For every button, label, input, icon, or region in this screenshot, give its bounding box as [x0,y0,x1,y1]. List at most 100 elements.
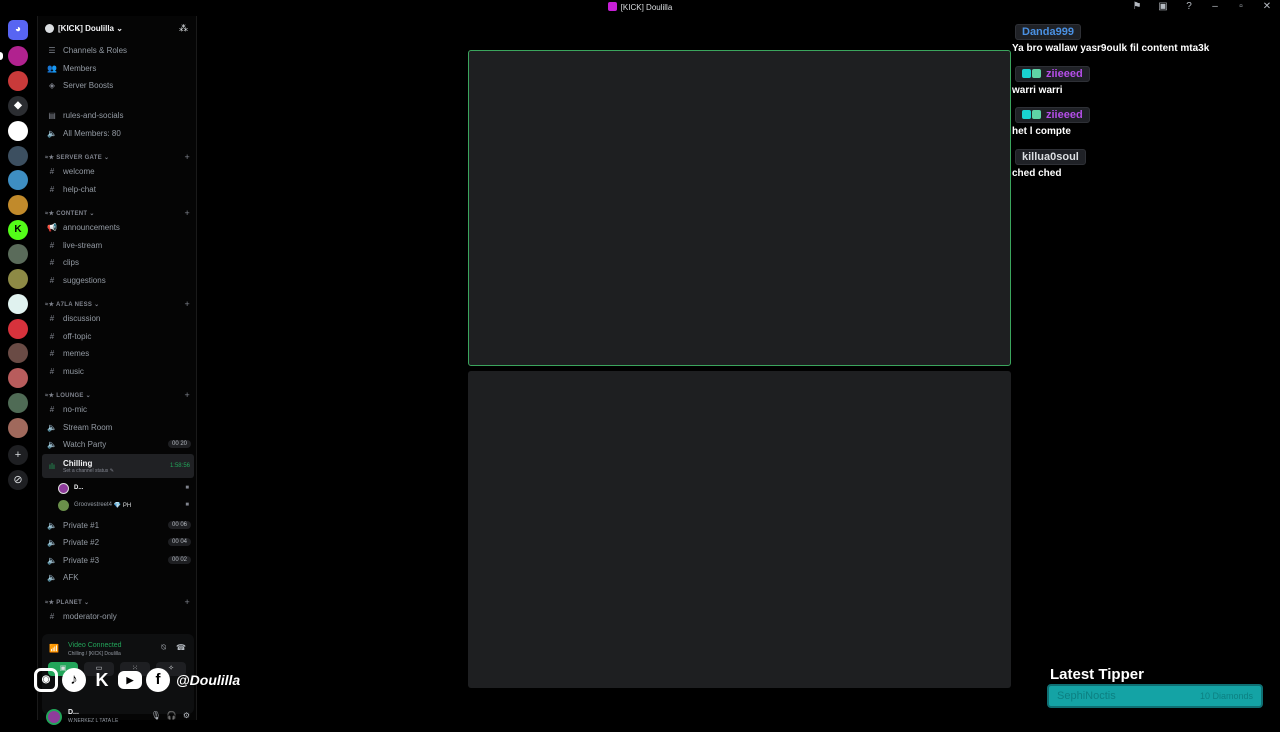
user-status: W.NERKEZ L TATA LE [68,718,119,724]
voice-user[interactable]: Groovestreet4 💎 PH ■ [58,498,194,512]
signal-icon[interactable]: 📶 [49,644,59,653]
latest-tipper-title: Latest Tipper [1050,666,1144,683]
server-icon[interactable] [8,121,28,141]
close-icon[interactable]: ✕ [1260,1,1274,12]
tipper-amount: 10 Diamonds [1199,691,1253,701]
help-icon[interactable]: ? [1182,1,1196,12]
server-icon[interactable] [8,294,28,314]
user-limit-badge: 00 02 [167,556,191,564]
server-icon[interactable] [8,418,28,438]
camera-icon: ■ [185,485,189,491]
discord-home-icon[interactable]: ◕ [8,20,28,40]
tipper-name: SephiNoctis [1057,690,1116,702]
channel-music[interactable]: # music [42,363,194,379]
discover-icon[interactable]: ⊘ [8,470,28,490]
hash-icon: # [49,313,55,323]
video-tile[interactable] [468,371,1011,688]
user-tag: 💎 PH [113,502,132,509]
hash-icon: # [49,348,55,358]
channels-and-roles[interactable]: ☰ Channels & Roles [42,42,194,58]
chat-username: ziieeed [1015,66,1090,82]
channel-welcome[interactable]: # welcome [42,163,194,179]
server-icon[interactable] [8,46,28,66]
inbox-icon[interactable]: ▣ [1156,1,1170,12]
voice-status: Video Connected [68,642,122,649]
noise-suppression-icon[interactable]: ⍉ [161,643,166,653]
voice-afk[interactable]: 🔈 AFK [42,569,194,585]
channel-rules[interactable]: ▤ rules-and-socials [42,107,194,123]
chat-username: killua0soul [1015,149,1086,165]
voice-private-1[interactable]: 🔈 Private #1 00 06 [42,517,194,533]
kick-icon: K [95,670,109,690]
channel-clips[interactable]: # clips [42,254,194,270]
add-channel-icon[interactable]: + [184,152,190,162]
guild-header[interactable]: [KICK] Doulilla ⌄ ⁂ [38,16,198,42]
channel-moderator-only[interactable]: # moderator-only [42,608,194,624]
add-channel-icon[interactable]: + [184,597,190,607]
instagram-icon: ◉ [34,668,58,692]
camera-icon: ■ [185,502,189,508]
add-channel-icon[interactable]: + [184,390,190,400]
channel-announcements[interactable]: 📢 announcements [42,219,194,235]
add-server-icon[interactable]: + [8,445,28,465]
members-item[interactable]: 👥 Members [42,60,194,76]
server-icon[interactable]: K [8,220,28,240]
disconnect-icon[interactable]: ☎ [176,643,186,653]
channel-discussion[interactable]: # discussion [42,310,194,326]
voice-chilling-active[interactable]: ılı Chilling Set a channel status ✎ 1:58… [42,454,194,478]
facebook-icon: f [146,668,170,692]
server-icon[interactable]: ◆ [8,96,28,116]
channel-off-topic[interactable]: # off-topic [42,328,194,344]
server-boosts-item[interactable]: ◈ Server Boosts [42,77,194,93]
server-icon[interactable] [8,393,28,413]
channel-help-chat[interactable]: # help-chat [42,181,194,197]
invite-icon[interactable]: ⁂ [179,23,188,34]
settings-gear-icon[interactable]: ⚙ [183,711,190,720]
boost-icon: ◈ [48,80,56,90]
server-icon[interactable] [8,244,28,264]
voice-user[interactable]: D... ■ [58,481,194,495]
server-icon[interactable] [8,195,28,215]
channel-suggestions[interactable]: # suggestions [42,272,194,288]
channel-status[interactable]: Set a channel status ✎ [63,468,114,474]
hash-icon: # [49,275,55,285]
minimize-icon[interactable]: – [1208,1,1222,12]
server-icon[interactable] [8,368,28,388]
hash-icon: # [49,366,55,376]
guild-icon [45,24,54,33]
voice-private-2[interactable]: 🔈 Private #2 00 04 [42,534,194,550]
mic-icon[interactable]: 🎙 [151,711,161,720]
voice-stream-room[interactable]: 🔈 Stream Room [42,419,194,435]
titlebar-icons: ⚑ ▣ ? – ▫ ✕ [1130,1,1274,12]
server-icon[interactable] [8,71,28,91]
title-bar: [KICK] Doulilla ⚑ ▣ ? – ▫ ✕ [0,0,1280,16]
channel-sidebar: [KICK] Doulilla ⌄ ⁂ ☰ Channels & Roles 👥 M… [37,16,198,725]
speaker-icon: 🔈 [47,572,57,582]
server-icon[interactable] [8,146,28,166]
flag-icon[interactable]: ⚑ [1130,1,1144,12]
selected-server-indicator [0,52,3,60]
add-channel-icon[interactable]: + [184,208,190,218]
server-icon[interactable] [8,269,28,289]
channel-memes[interactable]: # memes [42,345,194,361]
user-limit-badge: 00 20 [167,440,191,448]
headphones-icon[interactable]: 🎧 [167,711,177,720]
member-count-channel[interactable]: 🔈 All Members: 80 [42,125,194,141]
voice-watch-party[interactable]: 🔈 Watch Party 00 20 [42,436,194,452]
voice-channel-name: Chilling [63,458,93,468]
guild-name[interactable]: [KICK] Doulilla ⌄ [58,24,123,33]
server-icon[interactable] [8,170,28,190]
badge-icon [1022,110,1031,119]
voice-location[interactable]: Chilling / [KICK] Doulilla [68,651,121,657]
server-icon[interactable] [8,343,28,363]
user-name[interactable]: D... [68,709,79,716]
add-channel-icon[interactable]: + [184,299,190,309]
user-avatar[interactable] [46,709,62,725]
channel-no-mic[interactable]: # no-mic [42,401,194,417]
channel-live-stream[interactable]: # live-stream [42,237,194,253]
hash-icon: # [49,257,55,267]
video-tile-active[interactable] [468,50,1011,366]
server-icon[interactable] [8,319,28,339]
voice-private-3[interactable]: 🔈 Private #3 00 02 [42,552,194,568]
maximize-icon[interactable]: ▫ [1234,1,1248,12]
